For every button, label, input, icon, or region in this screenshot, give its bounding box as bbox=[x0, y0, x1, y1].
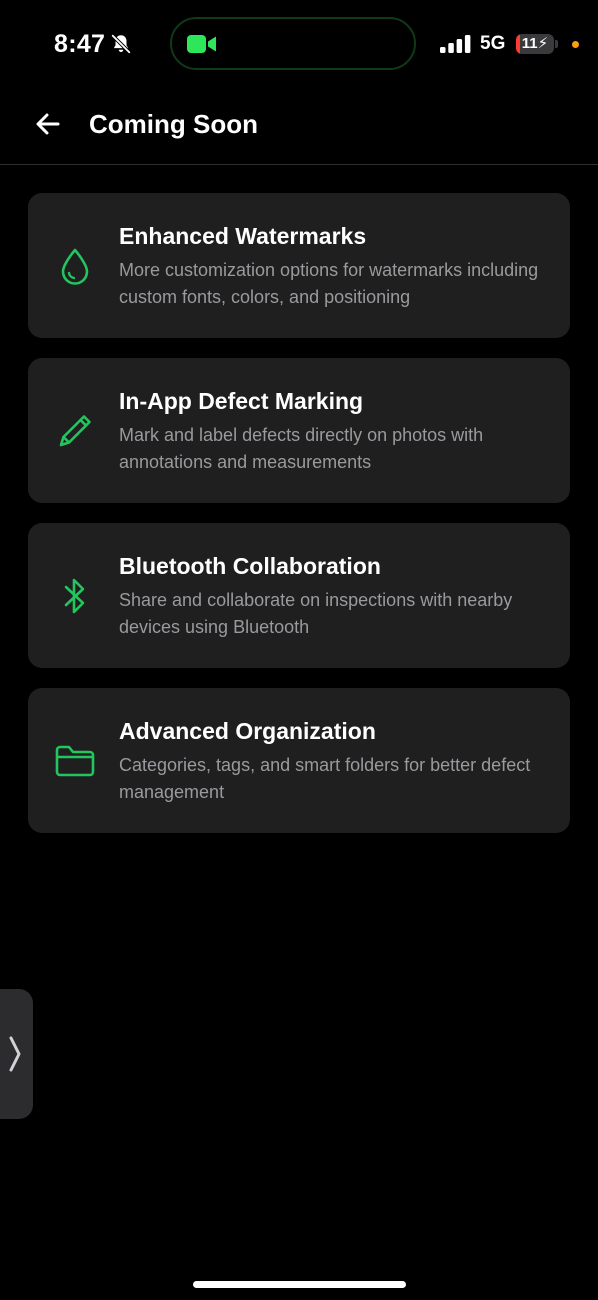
pencil-icon bbox=[59, 414, 91, 446]
feature-card-organization: Advanced Organization Categories, tags, … bbox=[28, 688, 570, 833]
dynamic-island[interactable] bbox=[170, 17, 416, 70]
video-camera-icon bbox=[187, 35, 216, 53]
folder-icon bbox=[55, 745, 95, 776]
status-bar: 8:47 5G 11⚡ bbox=[0, 0, 598, 90]
charging-bolt-icon: ⚡ bbox=[537, 35, 549, 52]
home-indicator[interactable] bbox=[193, 1281, 406, 1288]
feature-description: Categories, tags, and smart folders for … bbox=[119, 755, 531, 802]
feature-title: In-App Defect Marking bbox=[119, 388, 364, 414]
privacy-indicator-dot bbox=[572, 41, 579, 48]
status-time: 8:47 bbox=[54, 30, 106, 58]
feature-title: Enhanced Watermarks bbox=[119, 223, 367, 249]
feature-card-bluetooth: Bluetooth Collaboration Share and collab… bbox=[28, 523, 570, 668]
side-panel-tab[interactable] bbox=[0, 989, 33, 1119]
battery-nub bbox=[555, 40, 558, 48]
feature-card-watermarks: Enhanced Watermarks More customization o… bbox=[28, 193, 570, 338]
signal-icon bbox=[440, 35, 471, 53]
feature-title: Bluetooth Collaboration bbox=[119, 553, 381, 579]
bell-slash-icon bbox=[110, 33, 132, 55]
back-button[interactable] bbox=[28, 104, 68, 144]
app-header: Coming Soon bbox=[0, 90, 598, 165]
feature-description: Mark and label defects directly on photo… bbox=[119, 425, 484, 472]
arrow-left-icon bbox=[36, 113, 60, 135]
feature-title: Advanced Organization bbox=[119, 718, 376, 744]
feature-list: Enhanced Watermarks More customization o… bbox=[28, 193, 570, 853]
feature-description: Share and collaborate on inspections wit… bbox=[119, 590, 513, 637]
battery-percentage: 11 bbox=[521, 35, 538, 52]
water-drop-icon bbox=[61, 248, 89, 285]
chevron-right-icon bbox=[9, 1036, 20, 1072]
network-type: 5G bbox=[480, 33, 506, 54]
bluetooth-icon bbox=[64, 578, 85, 613]
page-title: Coming Soon bbox=[89, 109, 258, 139]
battery-charging-icon: 11⚡ bbox=[516, 34, 554, 54]
feature-card-defect-marking: In-App Defect Marking Mark and label def… bbox=[28, 358, 570, 503]
feature-description: More customization options for watermark… bbox=[119, 260, 539, 307]
